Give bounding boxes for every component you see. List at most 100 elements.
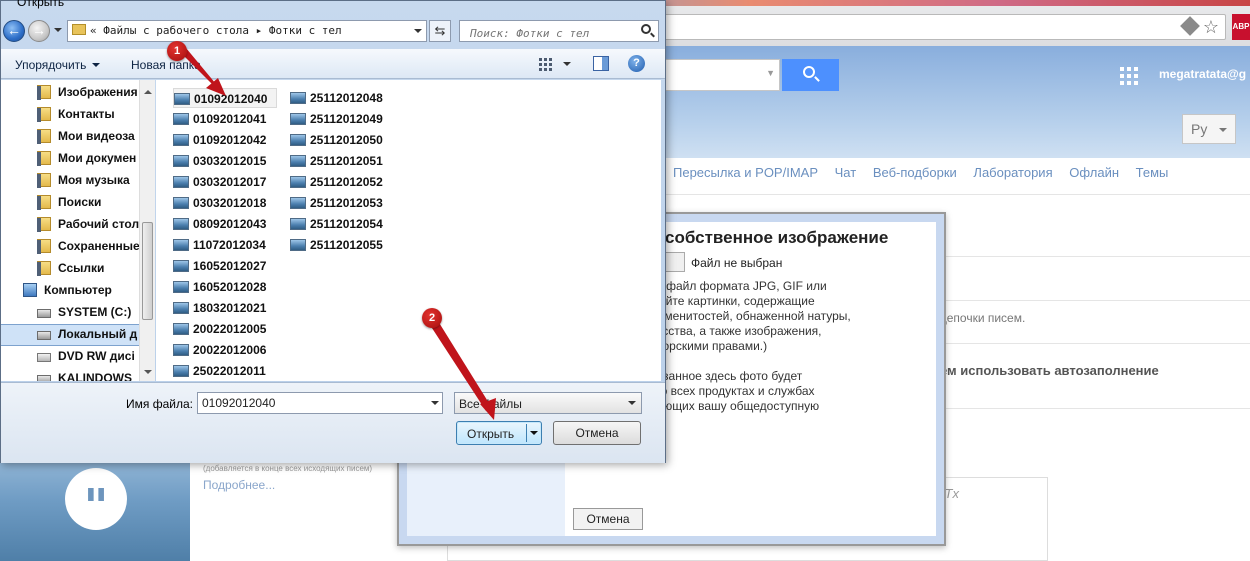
- folder-icon: [37, 195, 51, 210]
- dvd-icon: [37, 353, 51, 362]
- image-file-icon: [173, 176, 189, 188]
- image-file-icon: [290, 218, 306, 230]
- tab-forwarding[interactable]: Пересылка и POP/IMAP: [673, 165, 818, 180]
- scroll-up-icon[interactable]: [144, 86, 152, 94]
- chevron-down-icon[interactable]: [563, 62, 571, 70]
- file-item[interactable]: 25112012051: [290, 151, 394, 171]
- file-item[interactable]: 01092012042: [173, 130, 277, 150]
- tree-item-label: KALINDOWS: [58, 371, 132, 381]
- breadcrumb-overflow[interactable]: «: [90, 24, 97, 37]
- file-item[interactable]: 03032012018: [173, 193, 277, 213]
- settings-text: цепочки писем.: [940, 311, 1026, 325]
- new-folder-button[interactable]: Новая папка: [131, 58, 201, 72]
- arrow-right-icon: →: [32, 22, 46, 38]
- file-name: 03032012018: [193, 196, 267, 210]
- image-file-icon: [290, 176, 306, 188]
- search-input[interactable]: [459, 20, 659, 42]
- chevron-down-icon[interactable]: ▼: [766, 68, 775, 78]
- file-item[interactable]: 25112012054: [290, 214, 394, 234]
- breadcrumb-item-phone-photos[interactable]: Фотки с тел: [269, 24, 342, 37]
- breadcrumb[interactable]: « Файлы с рабочего стола ▸ Фотки с тел: [67, 20, 427, 42]
- tab-labs[interactable]: Лаборатория: [973, 165, 1052, 180]
- file-name: 25112012052: [310, 175, 383, 189]
- modal-cancel-button[interactable]: Отмена: [573, 508, 643, 530]
- divider: [663, 194, 1250, 195]
- cancel-button[interactable]: Отмена: [553, 421, 641, 445]
- recent-locations-dropdown[interactable]: [54, 28, 62, 36]
- file-item[interactable]: 25112012052: [290, 172, 394, 192]
- file-item[interactable]: 01092012041: [173, 109, 277, 129]
- chevron-down-icon[interactable]: [414, 29, 422, 37]
- file-item[interactable]: 25112012049: [290, 109, 394, 129]
- tab-web-clips[interactable]: Веб-подборки: [873, 165, 957, 180]
- address-bar[interactable]: ☆: [600, 14, 1226, 40]
- file-item[interactable]: 25112012053: [290, 193, 394, 213]
- search-icon[interactable]: [641, 24, 651, 34]
- chevron-down-icon[interactable]: [431, 401, 439, 409]
- remove-formatting-icon[interactable]: Tx: [945, 486, 959, 501]
- account-name[interactable]: megatratata@g: [1159, 67, 1246, 81]
- image-file-icon: [174, 93, 190, 105]
- adblock-icon[interactable]: ABP: [1232, 14, 1250, 40]
- file-item[interactable]: 25022012011: [173, 361, 277, 381]
- signature-note: (добавляется в конце всех исходящих писе…: [203, 464, 373, 473]
- forward-button[interactable]: →: [28, 20, 50, 42]
- gmail-search-input[interactable]: ▼: [660, 59, 780, 91]
- file-name: 25112012053: [310, 196, 383, 210]
- tree-item-label: Сохраненные: [58, 239, 140, 253]
- dialog-footer: Имя файла: 01092012040 Все файлы Открыть…: [1, 382, 665, 463]
- file-item[interactable]: 16052012027: [173, 256, 277, 276]
- file-item[interactable]: 20022012005: [173, 319, 277, 339]
- file-item[interactable]: 18032012021: [173, 298, 277, 318]
- extension-icon[interactable]: [1180, 16, 1200, 36]
- file-name: 01092012042: [193, 133, 267, 147]
- scroll-down-icon[interactable]: [144, 370, 152, 378]
- refresh-button[interactable]: ⇆: [429, 20, 451, 42]
- modal-description: ть файл формата JPG, GIF или жайте карти…: [651, 279, 851, 353]
- apps-grid-icon[interactable]: [1120, 67, 1138, 85]
- image-file-icon: [173, 365, 189, 377]
- view-options-icon[interactable]: [539, 57, 555, 71]
- image-file-icon: [173, 134, 189, 146]
- adblock-label: ABP: [1232, 22, 1250, 31]
- filetype-select[interactable]: Все файлы: [454, 392, 642, 414]
- tree-item-label: Ссылки: [58, 261, 105, 275]
- open-button[interactable]: Открыть: [456, 421, 542, 445]
- file-list: 01092012040 01092012041 01092012042 0303201…: [156, 80, 661, 381]
- tab-themes[interactable]: Темы: [1136, 165, 1169, 180]
- back-button[interactable]: ←: [3, 20, 25, 42]
- file-name: 11072012034: [193, 238, 266, 252]
- open-options-dropdown[interactable]: [530, 431, 538, 439]
- breadcrumb-separator-icon[interactable]: ▸: [256, 24, 263, 37]
- file-item[interactable]: 25112012055: [290, 235, 394, 255]
- tab-offline[interactable]: Офлайн: [1069, 165, 1119, 180]
- file-item[interactable]: 16052012028: [173, 277, 277, 297]
- organize-button[interactable]: Упорядочить: [15, 58, 101, 72]
- tree-scrollbar[interactable]: [139, 80, 155, 381]
- file-item[interactable]: 25112012048: [290, 88, 394, 108]
- breadcrumb-item-desktop-files[interactable]: Файлы с рабочего стола: [103, 24, 249, 37]
- file-item[interactable]: 03032012017: [173, 172, 277, 192]
- file-item[interactable]: 01092012040: [173, 88, 277, 108]
- file-item[interactable]: 03032012015: [173, 151, 277, 171]
- more-link[interactable]: Подробнее...: [203, 478, 275, 492]
- file-item[interactable]: 25112012050: [290, 130, 394, 150]
- preview-pane-icon[interactable]: [593, 56, 609, 71]
- folder-icon: [37, 261, 51, 276]
- filename-input[interactable]: 01092012040: [197, 392, 443, 414]
- image-file-icon: [290, 92, 306, 104]
- tab-chat[interactable]: Чат: [835, 165, 857, 180]
- file-item[interactable]: 20022012006: [173, 340, 277, 360]
- file-item[interactable]: 11072012034: [173, 235, 277, 255]
- hangouts-quote-icon[interactable]: ": [65, 468, 127, 535]
- dialog-title: Открыть: [17, 0, 65, 9]
- language-select[interactable]: Ру: [1182, 114, 1236, 144]
- bookmark-star-icon[interactable]: ☆: [1203, 17, 1219, 38]
- image-file-icon: [173, 302, 189, 314]
- drive-icon: [37, 309, 51, 318]
- scrollbar-thumb[interactable]: [142, 222, 153, 320]
- file-name: 25022012011: [193, 364, 266, 378]
- gmail-search-button[interactable]: [782, 59, 839, 91]
- file-item[interactable]: 08092012043: [173, 214, 277, 234]
- help-icon[interactable]: ?: [628, 55, 645, 72]
